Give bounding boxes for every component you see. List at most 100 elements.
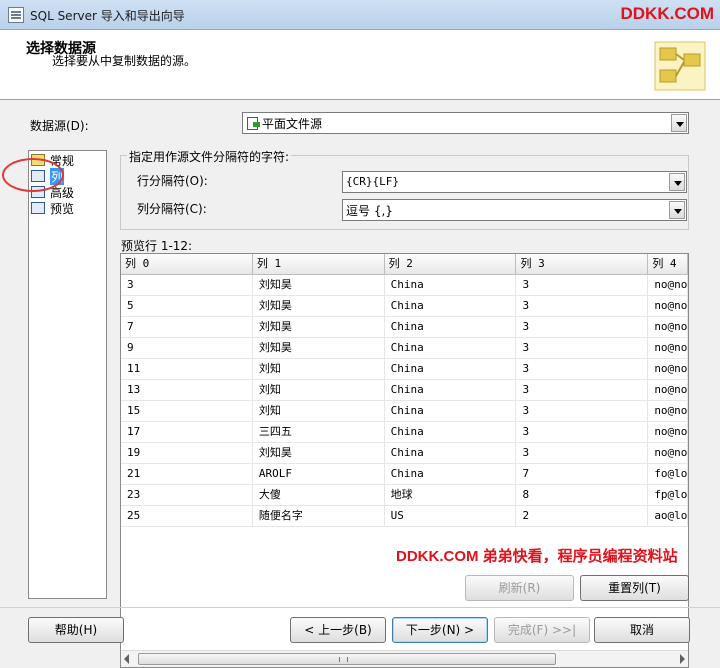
preview-icon — [31, 202, 45, 214]
table-cell: ao@lo — [648, 506, 688, 527]
grid-header: 列 0 列 1 列 2 列 3 列 4 — [121, 254, 688, 275]
table-row[interactable]: 9 刘知昊 China 3 no@no — [121, 338, 688, 359]
main-panel: 数据源(D): 平面文件源 常规 列 高级 预览 指定用作源文件分隔符的字符: … — [0, 100, 720, 668]
table-cell: 3 — [516, 401, 649, 422]
table-row[interactable]: 23 大傻 地球 8 fp@lo — [121, 485, 688, 506]
cancel-button[interactable]: 取消 — [594, 617, 690, 643]
scroll-right-icon[interactable] — [680, 654, 685, 664]
table-cell: no@no — [648, 380, 688, 401]
table-cell: 3 — [516, 275, 649, 296]
datasource-select[interactable]: 平面文件源 — [242, 112, 689, 134]
table-cell: 刘知 — [252, 380, 385, 401]
table-cell: China — [384, 275, 517, 296]
table-cell: 刘知昊 — [252, 317, 385, 338]
page-subtitle: 选择要从中复制数据的源。 — [52, 54, 197, 68]
table-row[interactable]: 5 刘知昊 China 3 no@no — [121, 296, 688, 317]
back-button[interactable]: < 上一步(B) — [290, 617, 386, 643]
table-cell: 25 — [121, 506, 253, 527]
table-cell: no@no — [648, 317, 688, 338]
scroll-left-icon[interactable] — [124, 654, 129, 664]
column-header[interactable]: 列 4 — [648, 254, 688, 275]
footer-watermark: DDKK.COM 弟弟快看，程序员编程资料站 — [396, 548, 678, 565]
table-cell: China — [384, 359, 517, 380]
table-cell: no@no — [648, 275, 688, 296]
table-cell: fp@lo — [648, 485, 688, 506]
column-header[interactable]: 列 2 — [384, 254, 517, 275]
table-row[interactable]: 11 刘知 China 3 no@no — [121, 359, 688, 380]
row-delimiter-value: {CR}{LF} — [346, 175, 399, 188]
table-cell: China — [384, 464, 517, 485]
table-cell: no@no — [648, 401, 688, 422]
table-cell: 随便名字 — [252, 506, 385, 527]
table-cell: 刘知昊 — [252, 338, 385, 359]
table-cell: China — [384, 401, 517, 422]
reset-columns-button[interactable]: 重置列(T) — [580, 575, 689, 601]
table-cell: 大傻 — [252, 485, 385, 506]
column-header[interactable]: 列 3 — [516, 254, 649, 275]
table-row[interactable]: 13 刘知 China 3 no@no — [121, 380, 688, 401]
row-delimiter-label: 行分隔符(O): — [137, 174, 208, 188]
table-cell: 13 — [121, 380, 253, 401]
chevron-down-icon[interactable] — [669, 201, 685, 219]
table-cell: 15 — [121, 401, 253, 422]
table-cell: 8 — [516, 485, 649, 506]
table-row[interactable]: 25 随便名字 US 2 ao@lo — [121, 506, 688, 527]
table-cell: 2 — [516, 506, 649, 527]
refresh-button[interactable]: 刷新(R) — [465, 575, 574, 601]
table-row[interactable]: 3 刘知昊 China 3 no@no — [121, 275, 688, 296]
table-cell: 3 — [516, 380, 649, 401]
table-cell: 17 — [121, 422, 253, 443]
table-cell: 3 — [516, 317, 649, 338]
table-cell: 刘知 — [252, 401, 385, 422]
finish-button[interactable]: 完成(F) >>| — [494, 617, 590, 643]
table-cell: 11 — [121, 359, 253, 380]
next-button[interactable]: 下一步(N) > — [392, 617, 488, 643]
table-cell: 刘知昊 — [252, 275, 385, 296]
table-cell: China — [384, 296, 517, 317]
flat-file-icon — [247, 117, 260, 130]
table-cell: China — [384, 422, 517, 443]
table-cell: 19 — [121, 443, 253, 464]
table-cell: 刘知昊 — [252, 296, 385, 317]
table-cell: 刘知昊 — [252, 443, 385, 464]
table-cell: 地球 — [384, 485, 517, 506]
table-row[interactable]: 7 刘知昊 China 3 no@no — [121, 317, 688, 338]
column-delimiter-select[interactable]: 逗号 {,} — [342, 199, 687, 221]
table-row[interactable]: 17 三四五 China 3 no@no — [121, 422, 688, 443]
grip-icon — [339, 657, 348, 662]
nav-item-preview[interactable]: 预览 — [31, 200, 74, 216]
table-cell: China — [384, 443, 517, 464]
column-header[interactable]: 列 0 — [121, 254, 253, 275]
chevron-down-icon[interactable] — [669, 173, 685, 191]
nav-item-label: 预览 — [50, 201, 75, 216]
table-cell: 3 — [516, 422, 649, 443]
table-cell: no@no — [648, 296, 688, 317]
row-delimiter-select[interactable]: {CR}{LF} — [342, 171, 687, 193]
table-cell: 23 — [121, 485, 253, 506]
watermark-logo: DDKK.COM — [620, 4, 715, 23]
table-row[interactable]: 21 AROLF China 7 fo@lo — [121, 464, 688, 485]
table-cell: no@no — [648, 338, 688, 359]
horizontal-scrollbar[interactable] — [121, 650, 688, 667]
scroll-thumb[interactable] — [138, 653, 556, 665]
table-cell: 7 — [516, 464, 649, 485]
column-delimiter-value: 逗号 {,} — [346, 204, 393, 218]
table-row[interactable]: 19 刘知昊 China 3 no@no — [121, 443, 688, 464]
column-header[interactable]: 列 1 — [252, 254, 385, 275]
table-cell: AROLF — [252, 464, 385, 485]
chevron-down-icon[interactable] — [671, 114, 687, 132]
footer-divider — [0, 607, 720, 608]
table-cell: 3 — [516, 359, 649, 380]
nav-list: 常规 列 高级 预览 — [28, 150, 107, 599]
table-cell: no@no — [648, 443, 688, 464]
help-button[interactable]: 帮助(H) — [28, 617, 124, 643]
annotation-circle — [2, 158, 64, 192]
table-row[interactable]: 15 刘知 China 3 no@no — [121, 401, 688, 422]
table-cell: 三四五 — [252, 422, 385, 443]
datasource-value: 平面文件源 — [262, 117, 323, 131]
preview-grid[interactable]: 列 0 列 1 列 2 列 3 列 4 3 刘知昊 China 3 no@no 5 刘知昊 C… — [120, 253, 689, 668]
table-cell: 5 — [121, 296, 253, 317]
table-cell: 3 — [516, 338, 649, 359]
preview-rows-label: 预览行 1-12: — [121, 239, 193, 253]
column-delimiter-label: 列分隔符(C): — [137, 202, 207, 216]
